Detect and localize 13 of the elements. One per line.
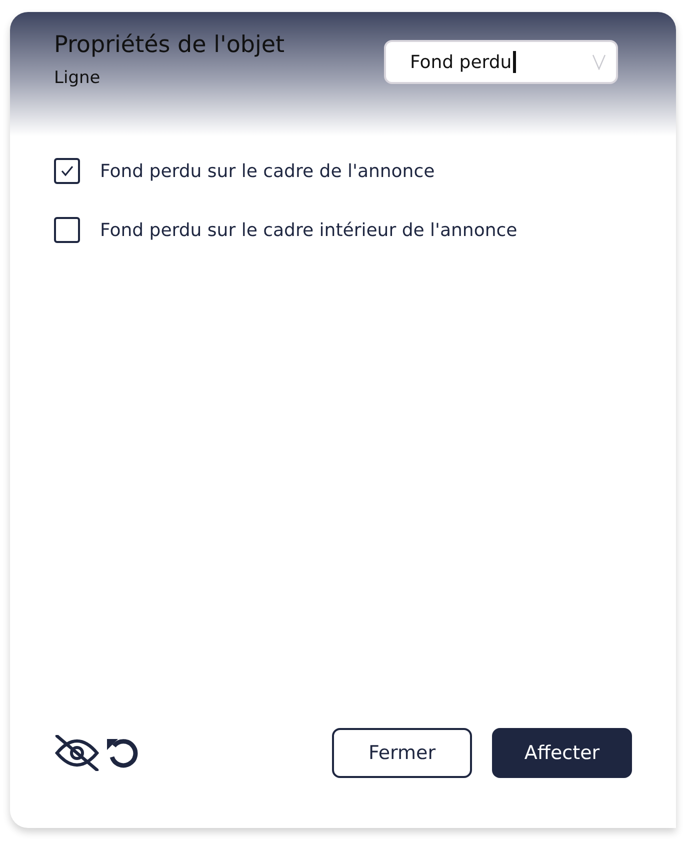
close-button[interactable]: Fermer: [332, 728, 472, 778]
dialog-title: Propriétés de l'objet: [54, 32, 285, 58]
dropdown-field[interactable]: Fond perdu: [384, 40, 618, 84]
hide-icon[interactable]: [54, 735, 100, 771]
dialog-subtitle: Ligne: [54, 68, 102, 88]
checkbox[interactable]: [54, 217, 80, 243]
text-cursor: [512, 51, 516, 73]
checkbox-label: Fond perdu sur le cadre de l'annonce: [100, 160, 435, 182]
checkbox-label: Fond perdu sur le cadre intérieur de l'annonce: [100, 220, 518, 240]
caret-icon: [592, 54, 606, 70]
checkbox[interactable]: [54, 158, 80, 184]
dropdown-value: Fond perdu: [410, 52, 512, 72]
apply-button[interactable]: Affecter: [492, 728, 632, 778]
